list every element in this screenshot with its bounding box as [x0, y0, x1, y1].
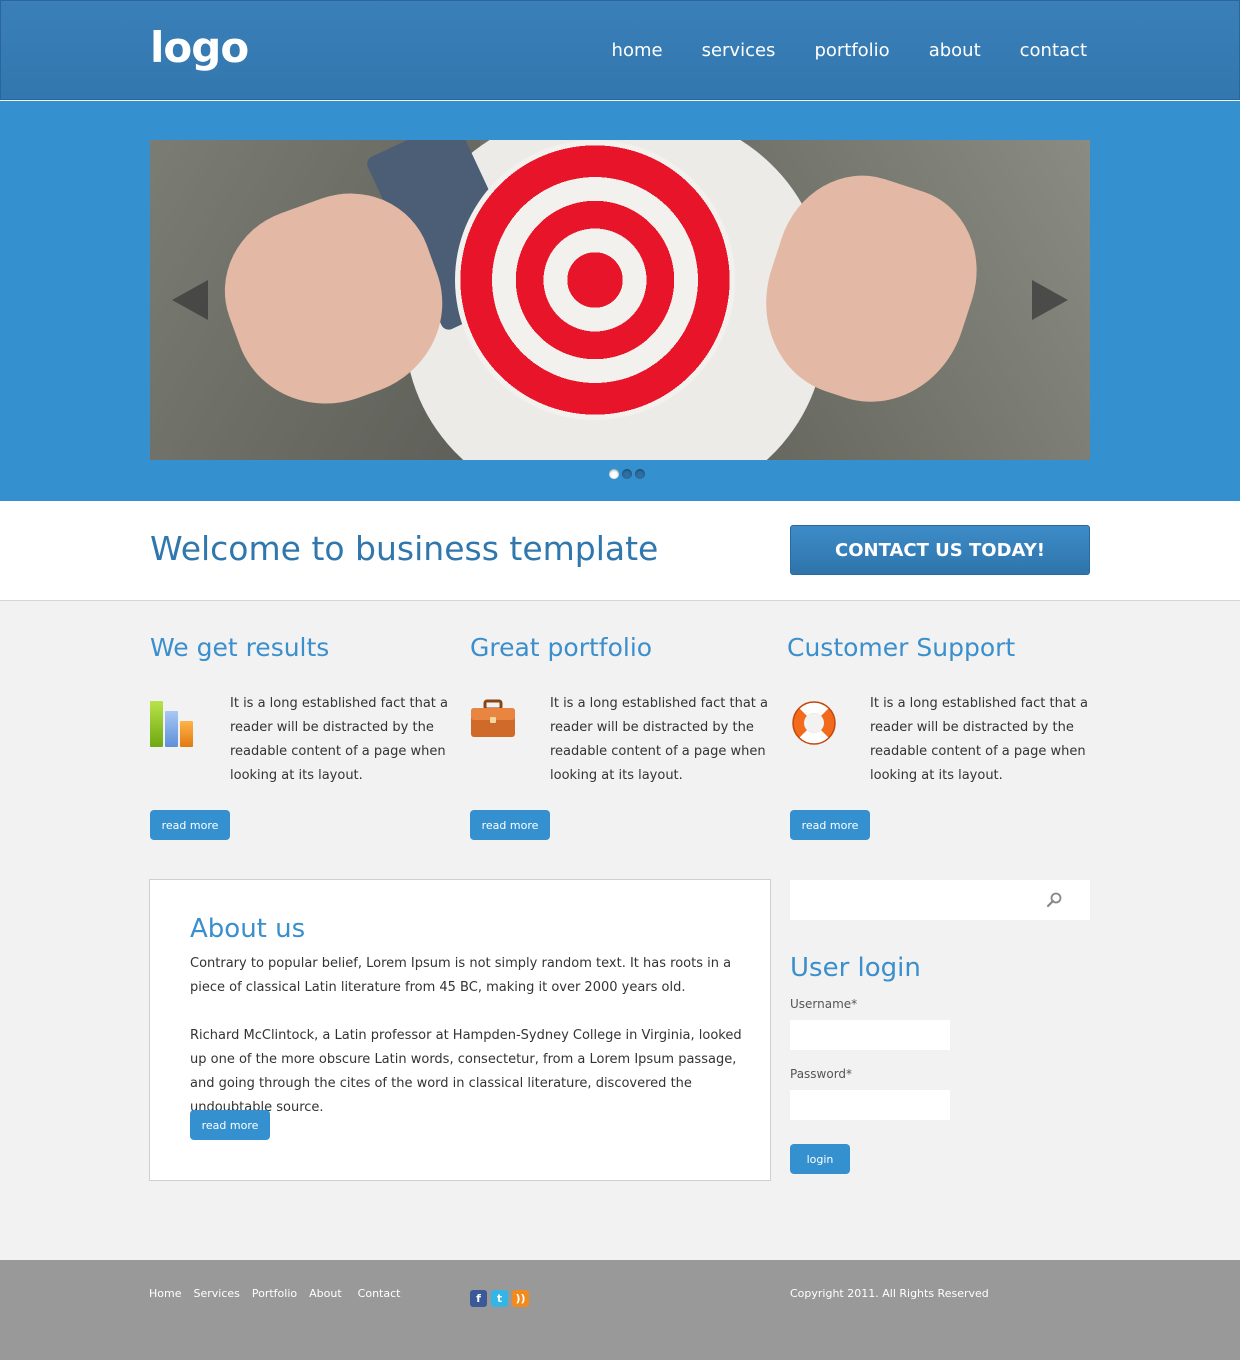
target-icon [455, 140, 735, 420]
social-links: f t )) [470, 1290, 529, 1307]
about-paragraph: Richard McClintock, a Latin professor at… [190, 1028, 742, 1115]
image-slider [150, 140, 1090, 460]
feature-title: Customer Support [787, 633, 1016, 662]
logo[interactable]: logo [150, 23, 249, 72]
nav-services[interactable]: services [702, 40, 776, 61]
site-footer: Home Services Portfolio About Contact f … [0, 1260, 1240, 1360]
footer-link-services[interactable]: Services [193, 1287, 239, 1300]
nav-about[interactable]: about [929, 40, 981, 61]
feature-text: It is a long established fact that a rea… [870, 696, 1088, 783]
search-box [790, 880, 1090, 920]
feature-title: We get results [150, 633, 330, 662]
rss-icon[interactable]: )) [512, 1290, 529, 1307]
slider-dot-1[interactable] [609, 469, 619, 479]
welcome-bar: Welcome to business template CONTACT US … [0, 501, 1240, 601]
read-more-button[interactable]: read more [790, 810, 870, 840]
login-button[interactable]: login [790, 1144, 850, 1174]
password-field[interactable] [790, 1090, 950, 1120]
chevron-right-icon[interactable] [1032, 280, 1068, 320]
feature-portfolio: Great portfolio It is a long established… [470, 633, 770, 840]
briefcase-icon [470, 699, 518, 747]
slider-dot-3[interactable] [635, 469, 645, 479]
copyright-text: Copyright 2011. All Rights Reserved [790, 1287, 989, 1300]
footer-link-contact[interactable]: Contact [358, 1287, 401, 1300]
read-more-button[interactable]: read more [150, 810, 230, 840]
contact-us-button[interactable]: CONTACT US TODAY! [790, 525, 1090, 575]
feature-support: Customer Support It is a long establishe… [787, 633, 1090, 840]
about-paragraph: Contrary to popular belief, Lorem Ipsum … [190, 956, 732, 995]
footer-link-about[interactable]: About [309, 1287, 342, 1300]
username-label: Username* [790, 997, 858, 1011]
hero-section [0, 101, 1240, 501]
main-nav: home services portfolio about contact [612, 40, 1087, 61]
site-header: logo home services portfolio about conta… [0, 0, 1240, 100]
nav-home[interactable]: home [612, 40, 663, 61]
chevron-left-icon[interactable] [172, 280, 208, 320]
about-panel: About us Contrary to popular belief, Lor… [149, 879, 771, 1181]
username-field[interactable] [790, 1020, 950, 1050]
password-label: Password* [790, 1067, 853, 1081]
bar-chart-icon [150, 699, 198, 747]
footer-link-portfolio[interactable]: Portfolio [252, 1287, 297, 1300]
read-more-button[interactable]: read more [470, 810, 550, 840]
login-title: User login [790, 953, 921, 983]
search-input[interactable] [790, 880, 1040, 920]
about-title: About us [190, 914, 306, 944]
footer-link-home[interactable]: Home [149, 1287, 181, 1300]
read-more-button[interactable]: read more [190, 1110, 270, 1140]
slider-pagination [609, 469, 645, 479]
facebook-icon[interactable]: f [470, 1290, 487, 1307]
twitter-icon[interactable]: t [491, 1290, 508, 1307]
footer-nav: Home Services Portfolio About Contact [149, 1287, 400, 1300]
feature-text: It is a long established fact that a rea… [550, 696, 768, 783]
search-icon[interactable] [1046, 892, 1062, 908]
feature-text: It is a long established fact that a rea… [230, 696, 448, 783]
nav-contact[interactable]: contact [1020, 40, 1087, 61]
slider-dot-2[interactable] [622, 469, 632, 479]
feature-title: Great portfolio [470, 633, 653, 662]
feature-results: We get results It is a long established … [150, 633, 450, 840]
lifebuoy-icon [790, 699, 838, 747]
welcome-title: Welcome to business template [150, 529, 659, 568]
nav-portfolio[interactable]: portfolio [814, 40, 889, 61]
